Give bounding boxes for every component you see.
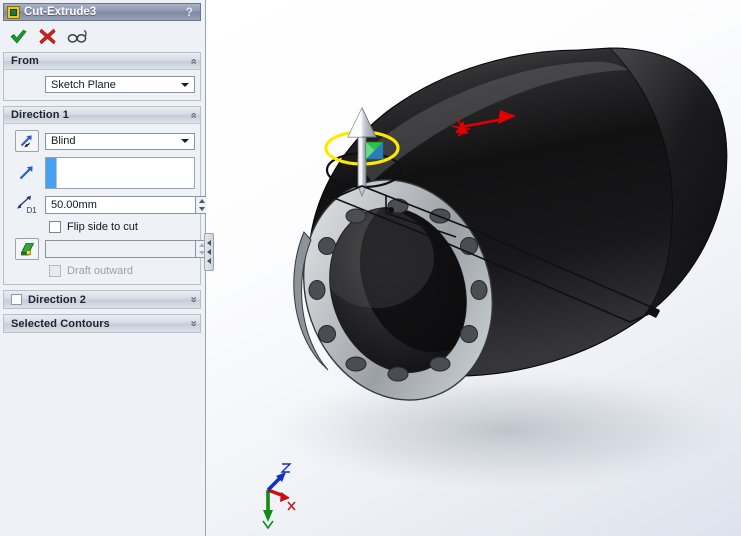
start-condition-row: Sketch Plane	[9, 76, 195, 93]
direction-reference-row	[9, 157, 195, 189]
draft-on-off-button[interactable]	[15, 238, 39, 260]
direction-reference-selection-box[interactable]	[45, 157, 195, 189]
direction-reference-value[interactable]	[56, 158, 194, 188]
property-manager-body: From « Sketch Plane Direction 1 « Blind …	[3, 52, 208, 536]
flip-side-to-cut-label: Flip side to cut	[67, 221, 138, 233]
splitter-chevron-icon	[207, 258, 211, 265]
start-condition-value: Sketch Plane	[51, 78, 116, 91]
section-selected-contours-header[interactable]: Selected Contours »	[4, 315, 200, 332]
bolt-hole	[387, 366, 409, 382]
cancel-x-button[interactable]	[38, 27, 57, 46]
section-direction1: Direction 1 « Blind D1 50.00mm Flip side…	[3, 106, 208, 285]
cut-extrude-feature-icon	[7, 5, 20, 19]
flip-side-to-cut-row[interactable]: Flip side to cut	[9, 221, 195, 233]
draft-angle-row	[9, 238, 208, 260]
model-canvas[interactable]	[206, 0, 741, 536]
direction2-enable-checkbox[interactable]	[11, 294, 22, 305]
solidworks-window: Cut-Extrude3 ? From « Sketch Plane Direc…	[0, 0, 741, 536]
end-condition-value: Blind	[51, 135, 76, 147]
splitter-chevron-icon	[207, 248, 211, 255]
model-ground-shadow	[271, 370, 741, 490]
panel-splitter-handle[interactable]	[204, 233, 214, 271]
start-condition-dropdown[interactable]: Sketch Plane	[45, 76, 195, 93]
section-direction2-header[interactable]: Direction 2 »	[4, 291, 200, 308]
splitter-chevron-icon	[207, 239, 211, 246]
draft-angle-gutter	[9, 238, 45, 260]
section-direction1-header[interactable]: Direction 1 «	[4, 107, 200, 124]
section-from-title: From	[11, 55, 39, 67]
selection-marker	[46, 158, 56, 188]
end-condition-dropdown[interactable]: Blind	[45, 132, 195, 150]
bolt-hole	[470, 280, 488, 300]
direction-reference-gutter	[9, 164, 45, 182]
section-from-body: Sketch Plane	[4, 70, 200, 100]
coordinate-triad[interactable]	[240, 460, 310, 530]
bolt-hole	[429, 356, 451, 372]
reverse-direction-button[interactable]	[15, 130, 39, 152]
section-from-header[interactable]: From «	[4, 53, 200, 70]
chevron-down-icon[interactable]: »	[187, 296, 199, 302]
chevron-down-icon[interactable]: »	[187, 320, 199, 326]
draft-outward-checkbox[interactable]	[49, 265, 61, 277]
section-from: From « Sketch Plane	[3, 52, 201, 101]
property-manager-panel: Cut-Extrude3 ? From « Sketch Plane Direc…	[0, 0, 208, 536]
section-direction1-title: Direction 1	[11, 109, 69, 121]
help-button[interactable]: ?	[186, 5, 193, 19]
chevron-down-icon[interactable]	[178, 79, 192, 90]
draft-outward-label: Draft outward	[67, 265, 134, 277]
ok-checkmark-button[interactable]	[9, 27, 28, 46]
bolt-hole	[318, 237, 336, 255]
draft-angle-stepper[interactable]	[45, 240, 208, 258]
depth-stepper[interactable]	[45, 196, 208, 214]
property-manager-toolbar	[3, 24, 201, 48]
draft-angle-icon	[20, 243, 34, 256]
onscreen-handle-square	[365, 141, 384, 160]
sketch-vertex-point	[388, 207, 394, 213]
manipulator-shaft	[357, 129, 367, 187]
section-selected-contours: Selected Contours »	[3, 314, 201, 333]
end-condition-row: Blind	[9, 130, 195, 152]
bolt-hole	[318, 325, 336, 343]
page-title: Cut-Extrude3	[24, 6, 97, 18]
svg-text:D1: D1	[27, 206, 38, 215]
graphics-viewport[interactable]	[206, 0, 741, 536]
property-manager-titlebar: Cut-Extrude3 ?	[3, 3, 201, 21]
chevron-down-icon[interactable]	[178, 136, 192, 147]
depth-input[interactable]	[45, 196, 195, 214]
section-direction2: Direction 2 »	[3, 290, 201, 309]
detailed-preview-glasses-button[interactable]	[67, 27, 87, 46]
chevron-up-icon[interactable]: «	[187, 112, 199, 118]
bolt-hole	[345, 208, 367, 224]
draft-angle-input[interactable]	[45, 240, 195, 258]
draft-outward-row[interactable]: Draft outward	[9, 265, 195, 277]
chevron-up-icon[interactable]: «	[187, 58, 199, 64]
section-direction2-title: Direction 2	[28, 293, 86, 306]
reverse-direction-arrow-icon	[20, 135, 32, 148]
section-selected-contours-title: Selected Contours	[11, 317, 110, 330]
reverse-direction-gutter	[9, 130, 45, 152]
flip-side-to-cut-checkbox[interactable]	[49, 221, 61, 233]
depth-gutter: D1	[9, 194, 45, 216]
bolt-hole	[460, 325, 478, 343]
depth-dimension-d1-icon: D1	[17, 195, 38, 215]
depth-row: D1	[9, 194, 208, 216]
bolt-hole	[345, 356, 367, 372]
section-direction1-body: Blind D1 50.00mm Flip side to cut Draft …	[4, 124, 208, 284]
direction-vector-arrow-icon	[19, 166, 33, 180]
bolt-hole	[308, 280, 326, 300]
